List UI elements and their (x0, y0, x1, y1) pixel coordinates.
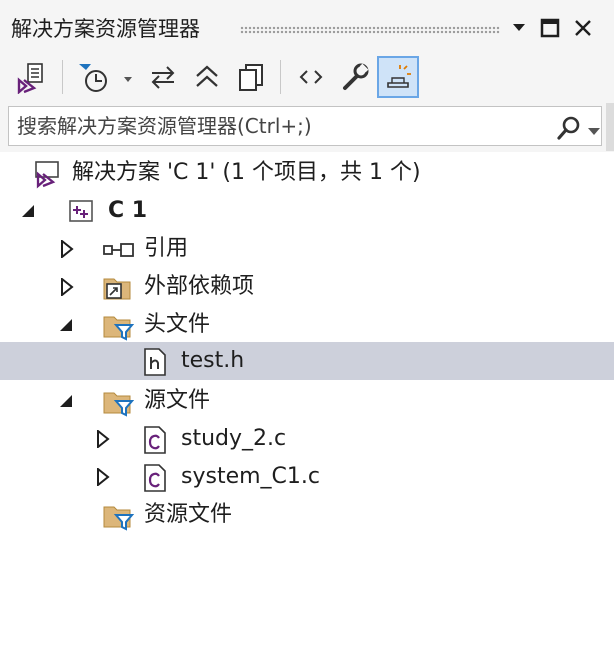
sync-active-document-button[interactable] (142, 56, 184, 98)
tree-item-label: 解决方案 'C 1' (1 个项目，共 1 个) (72, 160, 421, 185)
filter-folder-icon (102, 311, 135, 341)
clock-filter-icon (79, 64, 132, 92)
panel-title: 解决方案资源管理器 (11, 17, 200, 41)
window-position-button[interactable] (506, 15, 532, 41)
close-button[interactable] (570, 15, 596, 41)
pending-changes-filter-button[interactable] (72, 56, 136, 98)
expanded-arrow-icon[interactable] (20, 202, 38, 220)
search-input[interactable] (17, 112, 537, 140)
tree-item-solution[interactable]: 解决方案 'C 1' (1 个项目，共 1 个) (0, 154, 614, 192)
tree-item-study-2-c[interactable]: study_2.c (0, 420, 614, 458)
tree-item-label: study_2.c (181, 426, 287, 451)
c-file-icon (140, 463, 168, 492)
tree-item-label: 源文件 (144, 388, 211, 413)
tree-item-label: 外部依赖项 (144, 274, 255, 299)
close-icon (575, 20, 591, 36)
expanded-arrow-icon[interactable] (58, 316, 76, 334)
cpp-project-icon (66, 197, 94, 225)
external-folder-icon (102, 273, 131, 301)
search-box[interactable] (8, 106, 602, 146)
tree-item-label: test.h (181, 348, 245, 373)
tree-item-label: 头文件 (144, 312, 211, 337)
solution-tree: 解决方案 'C 1' (1 个项目，共 1 个) C 1 引用 外部依赖项 头文… (0, 152, 614, 655)
toolbar-separator (280, 60, 281, 94)
tree-item-label: system_C1.c (181, 464, 320, 489)
view-code-button[interactable] (290, 56, 332, 98)
tree-item-source-files[interactable]: 源文件 (0, 382, 614, 420)
tree-item-label: 资源文件 (144, 502, 233, 527)
sync-arrows-icon (151, 66, 175, 89)
chevron-down-icon (513, 24, 525, 31)
tree-item-label: C 1 (108, 198, 148, 223)
preview-icon (387, 65, 411, 88)
collapse-all-icon (196, 65, 218, 87)
maximize-icon (540, 18, 560, 38)
properties-button[interactable] (334, 56, 376, 98)
vs-solution-views-icon (17, 63, 43, 94)
tree-item-references[interactable]: 引用 (0, 230, 614, 268)
collapsed-arrow-icon[interactable] (58, 238, 76, 260)
show-all-files-button[interactable] (230, 56, 272, 98)
preview-selected-items-button[interactable] (377, 56, 419, 98)
tree-item-label: 引用 (144, 236, 189, 261)
chevron-down-icon (588, 128, 600, 135)
tree-item-header-files[interactable]: 头文件 (0, 306, 614, 344)
panel-titlebar: 解决方案资源管理器 (0, 0, 614, 54)
tree-item-external-dependencies[interactable]: 外部依赖项 (0, 268, 614, 306)
toolbar-separator (62, 60, 63, 94)
references-icon (102, 235, 134, 263)
collapsed-arrow-icon[interactable] (94, 428, 112, 450)
filter-folder-icon (102, 501, 135, 531)
collapsed-arrow-icon[interactable] (94, 466, 112, 488)
switch-views-button[interactable] (10, 56, 52, 98)
collapsed-arrow-icon[interactable] (58, 276, 76, 298)
filter-folder-icon (102, 387, 135, 417)
toolbar (0, 54, 614, 100)
drag-grip[interactable] (240, 26, 500, 34)
search-options-dropdown[interactable] (588, 121, 600, 140)
header-file-icon (140, 347, 168, 376)
tree-item-test-h[interactable]: test.h (0, 342, 614, 380)
tree-item-resource-files[interactable]: 资源文件 (0, 496, 614, 534)
wrench-icon (343, 63, 369, 90)
maximize-button[interactable] (537, 15, 563, 41)
tree-item-system-c1-c[interactable]: system_C1.c (0, 458, 614, 496)
scroll-edge (606, 103, 614, 151)
solution-icon (32, 159, 60, 189)
c-file-icon (140, 425, 168, 454)
code-brackets-icon (299, 70, 323, 84)
search-icon[interactable] (555, 114, 583, 146)
tree-item-project[interactable]: C 1 (0, 192, 614, 230)
collapse-all-button[interactable] (186, 56, 228, 98)
show-all-files-icon (239, 64, 263, 91)
expanded-arrow-icon[interactable] (58, 392, 76, 410)
